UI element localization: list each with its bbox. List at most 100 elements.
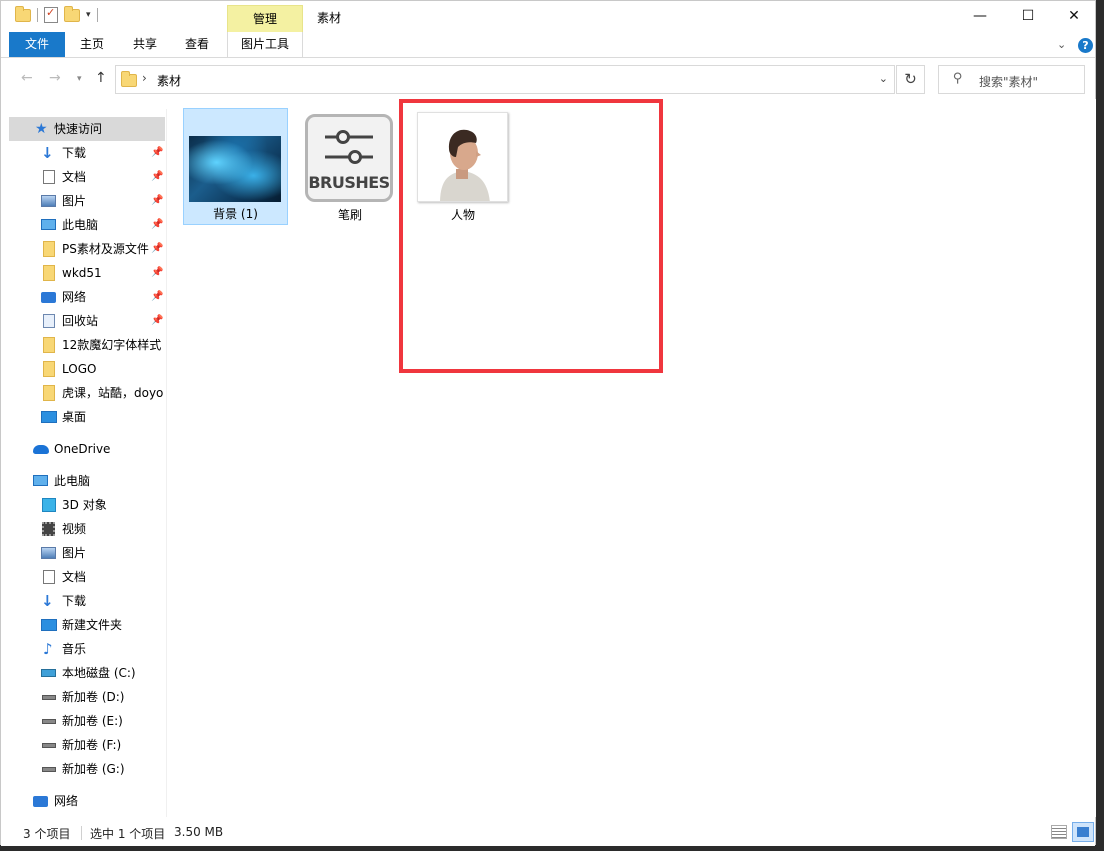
chevron-down-icon[interactable]: ⌄ (1057, 38, 1066, 51)
customize-toolbar-icon[interactable]: ▾ (86, 10, 91, 20)
pin-icon[interactable]: 📌 (151, 213, 163, 237)
music-icon: ♪ (43, 640, 53, 658)
sidebar-item-drive-c[interactable]: 本地磁盘 (C:) (1, 661, 166, 685)
sidebar-item-network[interactable]: 网络 (1, 789, 166, 813)
contextual-tab-manage[interactable]: 管理 (227, 5, 303, 32)
properties-icon[interactable] (44, 6, 58, 23)
folder-icon (15, 5, 31, 22)
recent-locations-icon[interactable]: ▾ (77, 74, 82, 84)
sidebar-item-recycle-bin[interactable]: 回收站 📌 (1, 309, 166, 333)
3d-objects-icon (42, 498, 56, 512)
refresh-button[interactable]: ↻ (896, 65, 925, 94)
file-list[interactable]: 背景 (1) BRUSHES 笔刷 人物 (168, 99, 1096, 817)
desktop-icon (41, 411, 57, 423)
computer-icon (33, 475, 48, 486)
search-input[interactable]: ⚲ 搜索"素材" (938, 65, 1085, 94)
maximize-button[interactable]: ☐ (1005, 1, 1051, 32)
computer-icon (41, 219, 56, 230)
sidebar-item-this-pc-quick[interactable]: 此电脑 📌 (1, 213, 166, 237)
sidebar-item-downloads[interactable]: ↓ 下载 📌 (1, 141, 166, 165)
sidebar-item-music[interactable]: ♪ 音乐 (1, 637, 166, 661)
file-item-background[interactable]: 背景 (1) (183, 108, 288, 225)
quick-access-toolbar: ▾ (15, 5, 98, 23)
drive-icon (42, 743, 56, 748)
address-bar[interactable]: › 素材 ⌄ (115, 65, 895, 94)
folder-icon (43, 241, 55, 257)
pin-icon[interactable]: 📌 (151, 237, 163, 261)
status-bar: 3 个项目 选中 1 个项目 3.50 MB (1, 819, 1095, 846)
folder-icon (43, 337, 55, 353)
recycle-bin-icon (43, 314, 55, 328)
network-icon (33, 796, 48, 807)
sidebar-item-onedrive[interactable]: OneDrive (1, 437, 166, 461)
sidebar-item-downloads-pc[interactable]: ↓ 下载 (1, 589, 166, 613)
pin-icon[interactable]: 📌 (151, 189, 163, 213)
search-placeholder: 搜索"素材" (979, 75, 1039, 89)
help-icon[interactable]: ? (1078, 38, 1093, 53)
sidebar-item-huke-folder[interactable]: 虎课，站酷，doyo (1, 381, 166, 405)
back-arrow-icon[interactable]: ← (21, 70, 33, 86)
file-name[interactable]: 笔刷 (318, 206, 382, 223)
sidebar-item-drive-g[interactable]: 新加卷 (G:) (1, 757, 166, 781)
download-icon: ↓ (41, 144, 54, 162)
close-button[interactable]: ✕ (1051, 1, 1097, 32)
sidebar-item-drive-e[interactable]: 新加卷 (E:) (1, 709, 166, 733)
sidebar-item-pictures-pc[interactable]: 图片 (1, 541, 166, 565)
pin-icon[interactable]: 📌 (151, 141, 163, 165)
video-icon (42, 522, 55, 536)
forward-arrow-icon[interactable]: → (49, 70, 61, 86)
navigation-pane[interactable]: ★ 快速访问 ↓ 下载 📌 文档 📌 图片 📌 此电脑 📌 PS素材及源文件 📌 (1, 109, 167, 817)
drive-icon (42, 695, 56, 700)
download-icon: ↓ (41, 592, 54, 610)
title-bar: ▾ 管理 素材 — ☐ ✕ (1, 1, 1095, 32)
sidebar-item-ps-folder[interactable]: PS素材及源文件 📌 (1, 237, 166, 261)
minimize-button[interactable]: — (957, 1, 1003, 32)
window-title: 素材 (317, 11, 342, 25)
sidebar-item-documents-pc[interactable]: 文档 (1, 565, 166, 589)
sidebar-item-fonts-folder[interactable]: 12款魔幻字体样式 (1, 333, 166, 357)
sidebar-item-new-folder[interactable]: 新建文件夹 (1, 613, 166, 637)
pin-icon[interactable]: 📌 (151, 309, 163, 333)
up-arrow-icon[interactable]: ↑ (95, 70, 107, 86)
sidebar-item-logo-folder[interactable]: LOGO (1, 357, 166, 381)
sidebar-item-drive-f[interactable]: 新加卷 (F:) (1, 733, 166, 757)
drive-icon (42, 719, 56, 724)
sidebar-item-3d-objects[interactable]: 3D 对象 (1, 493, 166, 517)
drive-icon (42, 767, 56, 772)
details-view-icon[interactable] (1051, 825, 1067, 839)
tab-home[interactable]: 主页 (65, 32, 119, 57)
tab-file[interactable]: 文件 (9, 32, 65, 57)
sidebar-item-wkd51[interactable]: wkd51 📌 (1, 261, 166, 285)
sidebar-item-drive-d[interactable]: 新加卷 (D:) (1, 685, 166, 709)
sidebar-item-documents[interactable]: 文档 📌 (1, 165, 166, 189)
sidebar-item-desktop[interactable]: 桌面 (1, 405, 166, 429)
sidebar-item-this-pc[interactable]: 此电脑 (1, 469, 166, 493)
sidebar-item-pictures[interactable]: 图片 📌 (1, 189, 166, 213)
item-count: 3 个项目 (23, 827, 71, 841)
breadcrumb-arrow-icon[interactable]: › (142, 71, 147, 85)
navigation-row: ← → ▾ ↑ › 素材 ⌄ ↻ ⚲ 搜索"素材" (1, 59, 1095, 99)
document-icon (43, 170, 55, 184)
tab-picture-tools[interactable]: 图片工具 (227, 32, 303, 57)
star-icon: ★ (35, 121, 48, 137)
pin-icon[interactable]: 📌 (151, 165, 163, 189)
file-item-brushes[interactable]: BRUSHES (305, 114, 393, 202)
sidebar-item-quick-access[interactable]: ★ 快速访问 (9, 117, 165, 141)
folder-icon (43, 361, 55, 377)
sidebar-item-network-quick[interactable]: 网络 📌 (1, 285, 166, 309)
red-highlight-box (399, 99, 663, 373)
file-name: 背景 (1) (213, 207, 258, 221)
large-icons-view-icon[interactable] (1072, 822, 1094, 842)
breadcrumb-current[interactable]: 素材 (157, 72, 181, 89)
tab-view[interactable]: 查看 (171, 32, 223, 57)
folder-icon (43, 265, 55, 281)
ribbon-tabs: 文件 主页 共享 查看 图片工具 ⌄ ? (1, 32, 1095, 58)
desktop-icon (41, 619, 57, 631)
address-dropdown-icon[interactable]: ⌄ (879, 72, 888, 85)
folder-icon (43, 385, 55, 401)
sidebar-item-videos[interactable]: 视频 (1, 517, 166, 541)
tab-share[interactable]: 共享 (119, 32, 171, 57)
pin-icon[interactable]: 📌 (151, 261, 163, 285)
pin-icon[interactable]: 📌 (151, 285, 163, 309)
new-folder-icon[interactable] (64, 5, 80, 22)
